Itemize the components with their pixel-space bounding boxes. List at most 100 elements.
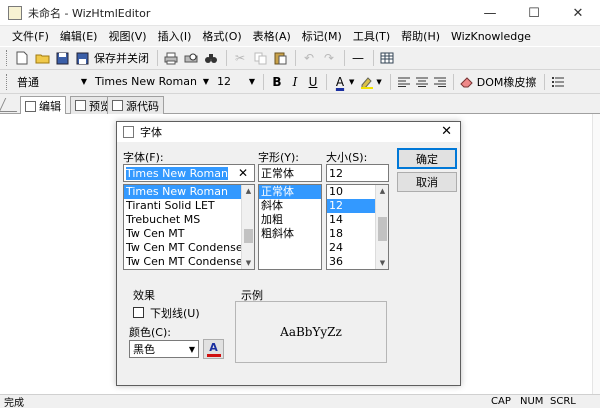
list-item[interactable]: 加粗 <box>259 213 321 227</box>
toolbar-grip[interactable] <box>6 50 9 66</box>
format-toolbar: 普通 ▼ Times New Roman ▼ 12 ▼ B I U A ▼ ▼ … <box>0 70 600 94</box>
maximize-button[interactable]: ☐ <box>512 0 556 26</box>
font-family-select[interactable]: Times New Roman ▼ <box>91 73 213 91</box>
scroll-up-icon[interactable]: ▲ <box>242 185 254 197</box>
scroll-thumb[interactable] <box>378 217 387 241</box>
list-item[interactable]: 正常体 <box>259 185 321 199</box>
menu-tools[interactable]: 工具(T) <box>353 28 390 44</box>
ok-button[interactable]: 确定 <box>397 148 457 169</box>
font-family-value: Times New Roman <box>95 75 197 88</box>
source-code-icon <box>112 100 123 111</box>
tab-edit[interactable]: 编辑 <box>20 96 66 115</box>
print-preview-icon[interactable] <box>182 49 200 67</box>
redo-icon[interactable]: ↷ <box>320 49 338 67</box>
dialog-title: 字体 <box>140 126 162 139</box>
font-list-scrollbar[interactable]: ▲ ▼ <box>241 185 254 269</box>
font-style-input[interactable]: 正常体 <box>258 164 322 182</box>
toolbar-separator <box>452 73 454 90</box>
list-item[interactable]: Tw Cen MT Condensed <box>124 255 254 269</box>
font-color-picker-button[interactable]: A <box>203 339 224 359</box>
align-center-icon[interactable] <box>413 73 431 91</box>
insert-table-icon[interactable] <box>378 49 396 67</box>
bold-button[interactable]: B <box>268 73 286 91</box>
list-item[interactable]: 粗斜体 <box>259 227 321 241</box>
color-select[interactable]: 黑色 ▼ <box>129 340 199 358</box>
vertical-scrollbar[interactable] <box>592 114 600 394</box>
align-left-icon[interactable] <box>395 73 413 91</box>
menu-view[interactable]: 视图(V) <box>108 28 146 44</box>
font-list[interactable]: Times New Roman Tiranti Solid LET Trebuc… <box>123 184 255 270</box>
menu-insert[interactable]: 插入(I) <box>158 28 192 44</box>
font-name-input[interactable]: Times New Roman ✕ <box>123 164 255 182</box>
clear-icon[interactable]: ✕ <box>238 166 248 180</box>
underline-button[interactable]: U <box>304 73 322 91</box>
toolbar-grip[interactable] <box>6 73 9 90</box>
scroll-up-icon[interactable]: ▲ <box>376 185 388 197</box>
list-item[interactable]: Trebuchet MS <box>124 213 254 227</box>
scroll-down-icon[interactable]: ▼ <box>242 257 254 269</box>
italic-button[interactable]: I <box>286 73 304 91</box>
paste-icon[interactable] <box>271 49 289 67</box>
title-bar: 未命名 - WizHtmlEditor — ☐ ✕ <box>0 0 600 26</box>
sample-preview: AaBbYyZz <box>235 301 387 363</box>
menu-wizknowledge[interactable]: WizKnowledge <box>451 30 531 43</box>
toolbar-separator <box>295 50 296 66</box>
list-item[interactable]: Times New Roman <box>124 185 254 199</box>
list-icon[interactable] <box>549 73 567 91</box>
chevron-down-icon: ▼ <box>202 77 209 86</box>
undo-icon[interactable]: ↶ <box>300 49 318 67</box>
save-close-button[interactable]: 保存并关闭 <box>94 50 149 66</box>
chevron-down-icon: ▼ <box>248 77 255 86</box>
dialog-close-button[interactable]: ✕ <box>441 124 452 139</box>
underline-checkbox[interactable] <box>133 307 144 318</box>
tab-source[interactable]: 源代码 <box>107 96 164 114</box>
tab-source-label: 源代码 <box>126 99 159 113</box>
toolbar-separator <box>544 73 546 90</box>
menu-format[interactable]: 格式(O) <box>202 28 241 44</box>
font-size-input[interactable]: 12 <box>326 164 389 182</box>
chevron-down-icon[interactable]: ▼ <box>376 78 381 86</box>
font-size-select[interactable]: 12 ▼ <box>213 73 259 91</box>
horizontal-line-icon[interactable]: — <box>349 49 367 67</box>
menu-table[interactable]: 表格(A) <box>253 28 291 44</box>
sample-text: AaBbYyZz <box>280 325 342 339</box>
font-color-button[interactable]: A <box>331 73 349 91</box>
open-folder-icon[interactable] <box>33 49 51 67</box>
list-item[interactable]: Tw Cen MT Condensed <box>124 241 254 255</box>
new-file-icon[interactable] <box>13 49 31 67</box>
scroll-thumb[interactable] <box>244 229 253 243</box>
scroll-down-icon[interactable]: ▼ <box>376 257 388 269</box>
toolbar-separator <box>263 73 264 90</box>
edit-icon <box>25 100 36 112</box>
print-icon[interactable] <box>162 49 180 67</box>
list-item[interactable]: Tiranti Solid LET <box>124 199 254 213</box>
cap-indicator: CAP <box>491 396 511 407</box>
toolbar-separator <box>389 73 391 90</box>
menu-mark[interactable]: 标记(M) <box>302 28 342 44</box>
cut-icon[interactable]: ✂ <box>231 49 249 67</box>
toolbar-separator <box>326 73 327 90</box>
highlight-icon[interactable] <box>358 73 376 91</box>
menu-help[interactable]: 帮助(H) <box>401 28 440 44</box>
cancel-button[interactable]: 取消 <box>397 172 457 192</box>
font-color-icon: A <box>209 340 218 354</box>
save-icon[interactable] <box>53 49 71 67</box>
menu-edit[interactable]: 编辑(E) <box>60 28 98 44</box>
paragraph-style-select[interactable]: 普通 ▼ <box>13 73 91 91</box>
toolbar-separator <box>373 50 374 66</box>
close-button[interactable]: ✕ <box>556 0 600 26</box>
chevron-down-icon[interactable]: ▼ <box>349 78 354 86</box>
font-style-list[interactable]: 正常体 斜体 加粗 粗斜体 <box>258 184 322 270</box>
find-binoculars-icon[interactable] <box>202 49 220 67</box>
list-item[interactable]: Tw Cen MT <box>124 227 254 241</box>
menu-file[interactable]: 文件(F) <box>12 28 49 44</box>
minimize-button[interactable]: — <box>468 0 512 26</box>
copy-icon[interactable] <box>251 49 269 67</box>
paragraph-style-value: 普通 <box>17 75 39 89</box>
size-list-scrollbar[interactable]: ▲ ▼ <box>375 185 388 269</box>
dom-eraser-button[interactable]: DOM橡皮擦 <box>477 74 537 90</box>
font-name-value: Times New Roman <box>126 166 228 180</box>
align-right-icon[interactable] <box>431 73 449 91</box>
font-size-list[interactable]: 10 12 14 18 24 36 ▲ ▼ <box>326 184 389 270</box>
list-item[interactable]: 斜体 <box>259 199 321 213</box>
